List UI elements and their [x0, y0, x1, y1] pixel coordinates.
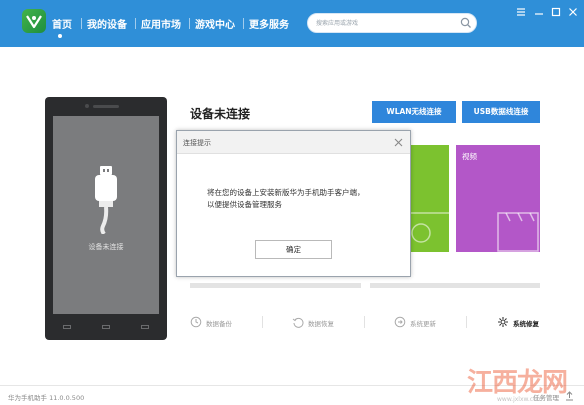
nav-divider	[81, 18, 82, 29]
usb-cable-icon	[95, 166, 117, 234]
tile-label-video: 视频	[462, 152, 477, 161]
update-icon	[394, 316, 406, 328]
ok-button[interactable]: 确定	[255, 240, 332, 259]
nav-divider	[135, 18, 136, 29]
search-icon[interactable]	[460, 17, 472, 29]
close-icon[interactable]	[393, 137, 404, 148]
restore-icon	[292, 317, 304, 328]
dialog-header: 连接提示	[177, 131, 410, 154]
menu-icon[interactable]	[515, 6, 527, 18]
tool-label: 系统更新	[410, 320, 436, 328]
phone-camera	[85, 104, 89, 108]
minimize-icon[interactable]	[533, 6, 545, 18]
connection-dialog: 连接提示 将在您的设备上安装新版华为手机助手客户端， 以便提供设备管理服务 确定	[176, 130, 411, 277]
feature-tile-video[interactable]: 视频	[456, 145, 540, 252]
backup-icon	[190, 316, 202, 328]
app-logo	[22, 9, 46, 33]
watermark-text: 江西龙网	[467, 368, 568, 398]
nav-divider	[243, 18, 244, 29]
watermark: 江西龙网 www.jxlxw.com	[453, 358, 581, 404]
maximize-icon[interactable]	[550, 6, 562, 18]
dialog-message-line: 将在您的设备上安装新版华为手机助手客户端，	[207, 188, 365, 197]
phone-screen: 设备未连接	[53, 116, 159, 314]
nav-item-home[interactable]: 首页	[52, 16, 72, 31]
usb-connect-button[interactable]: USB数据线连接	[462, 101, 540, 123]
phone-illustration: 设备未连接	[45, 97, 167, 340]
tool-divider	[466, 316, 467, 328]
film-icon	[497, 212, 539, 252]
dialog-message-line: 以便提供设备管理服务	[207, 200, 282, 209]
tool-label: 数据备份	[206, 320, 232, 328]
feature-tile-green[interactable]	[406, 145, 449, 252]
search-input[interactable]	[308, 14, 458, 32]
phone-status-text: 设备未连接	[88, 243, 124, 251]
gear-icon	[498, 317, 508, 327]
search-box[interactable]	[307, 13, 477, 33]
nav-item-game-center[interactable]: 游戏中心	[195, 16, 235, 31]
field-icon	[406, 212, 449, 243]
tool-label: 系统修复	[513, 320, 539, 328]
title-bar: 首页 我的设备 应用市场 游戏中心 更多服务	[0, 0, 584, 47]
nav-divider	[189, 18, 190, 29]
storage-bar	[190, 283, 361, 288]
nav-active-indicator	[58, 34, 62, 38]
tool-label: 数据恢复	[308, 320, 334, 328]
wlan-connect-button[interactable]: WLAN无线连接	[372, 101, 456, 123]
phone-speaker	[93, 105, 119, 108]
nav-item-app-market[interactable]: 应用市场	[141, 16, 181, 31]
storage-bar	[370, 283, 540, 288]
tool-divider	[364, 316, 365, 328]
app-version: 华为手机助手 11.0.0.500	[8, 394, 85, 402]
phone-nav-keys	[53, 322, 159, 332]
nav-item-more-services[interactable]: 更多服务	[249, 16, 289, 31]
dialog-message: 将在您的设备上安装新版华为手机助手客户端， 以便提供设备管理服务	[207, 187, 365, 211]
nav-item-my-devices[interactable]: 我的设备	[87, 16, 127, 31]
dialog-title: 连接提示	[183, 139, 211, 147]
close-icon[interactable]	[567, 6, 579, 18]
device-status-title: 设备未连接	[190, 107, 251, 121]
tool-divider	[262, 316, 263, 328]
watermark-url: www.jxlxw.com	[497, 396, 543, 403]
